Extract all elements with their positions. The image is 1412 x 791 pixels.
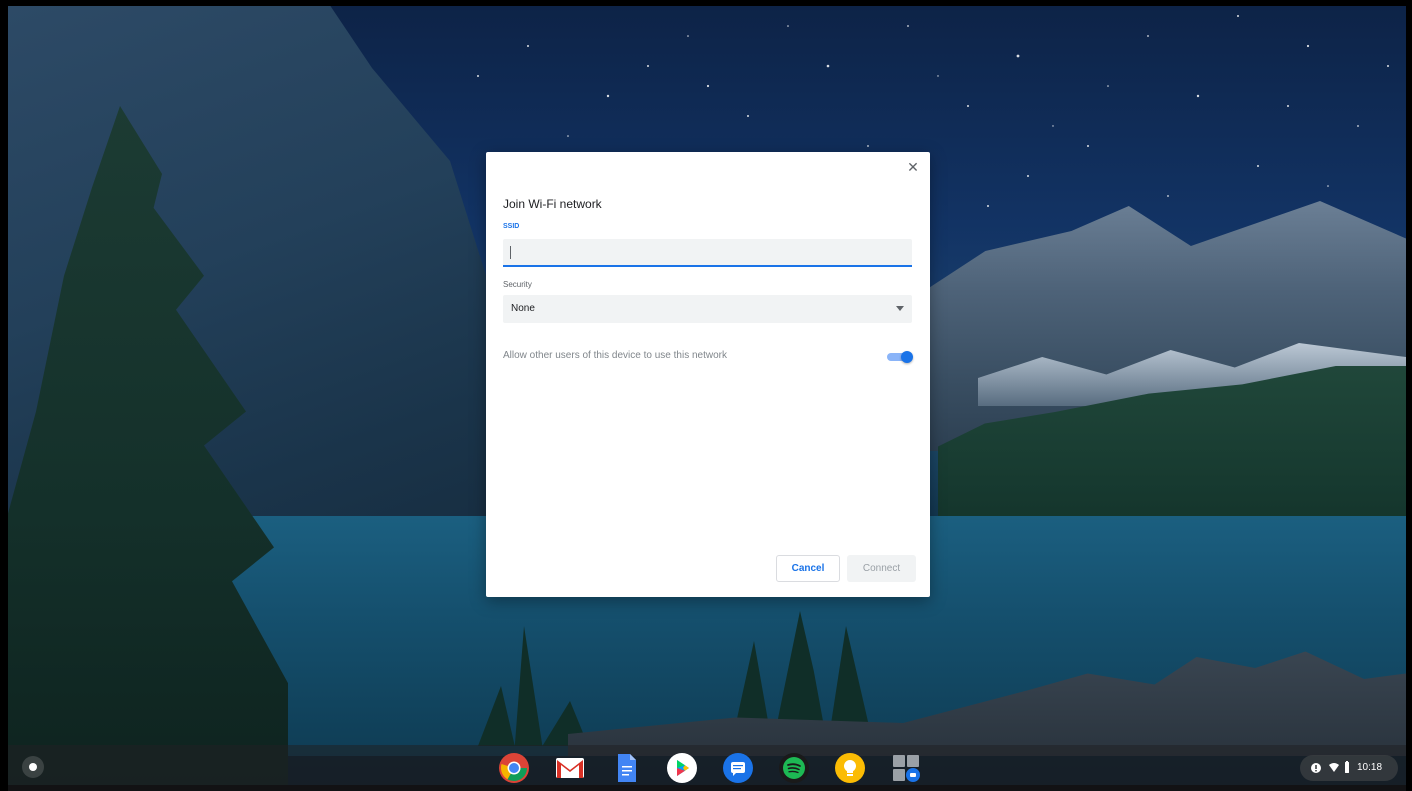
share-network-toggle[interactable]: [887, 351, 913, 363]
chrome-icon[interactable]: [498, 752, 530, 784]
wifi-icon: [1328, 755, 1340, 791]
spotify-icon[interactable]: [778, 752, 810, 784]
shelf: 10:18: [8, 745, 1406, 791]
chevron-down-icon: [896, 306, 904, 311]
files-icon[interactable]: [890, 752, 922, 784]
ssid-label: SSID: [503, 223, 520, 230]
security-select[interactable]: None: [503, 295, 912, 323]
launcher-icon: [29, 763, 37, 771]
play-store-icon[interactable]: [666, 752, 698, 784]
keep-icon[interactable]: [834, 752, 866, 784]
ssid-input[interactable]: [503, 239, 912, 267]
notification-icon: [1310, 755, 1322, 791]
share-network-label: Allow other users of this device to use …: [503, 350, 727, 361]
close-icon[interactable]: ✕: [904, 158, 922, 176]
dialog-title: Join Wi-Fi network: [503, 197, 602, 211]
clock: 10:18: [1357, 762, 1383, 773]
connect-button[interactable]: Connect: [847, 555, 916, 582]
toggle-knob: [901, 351, 913, 363]
battery-icon: [1343, 755, 1351, 791]
security-label: Security: [503, 280, 532, 289]
cancel-button[interactable]: Cancel: [776, 555, 840, 582]
gmail-icon[interactable]: [554, 752, 586, 784]
text-caret: [510, 246, 511, 259]
join-wifi-dialog: ✕ Join Wi-Fi network SSID Security None …: [486, 152, 930, 597]
launcher-button[interactable]: [22, 756, 44, 778]
docs-icon[interactable]: [610, 752, 642, 784]
security-value: None: [511, 303, 535, 314]
messages-icon[interactable]: [722, 752, 754, 784]
status-tray[interactable]: 10:18: [1300, 755, 1398, 781]
